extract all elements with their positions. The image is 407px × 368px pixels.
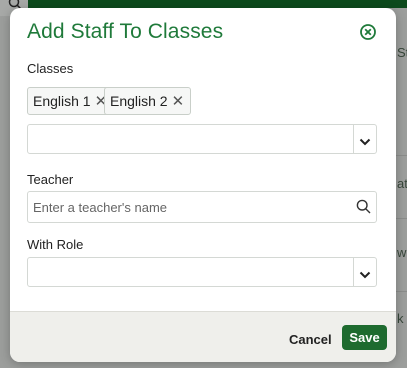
select-divider [353,258,354,286]
top-navigation-bar [0,0,407,8]
background-text: k [397,311,404,326]
select-divider [353,125,354,153]
classes-select[interactable] [27,124,377,154]
role-label: With Role [27,237,84,252]
chevron-down-icon [359,271,371,279]
chevron-down-icon [359,138,371,146]
classes-dropdown-toggle[interactable] [359,134,371,152]
teacher-label: Teacher [27,172,74,187]
add-staff-dialog: Add Staff To Classes Classes English 1 ✕… [10,8,396,362]
role-dropdown-toggle[interactable] [359,267,371,285]
save-button[interactable]: Save [342,325,387,350]
teacher-search-input[interactable] [27,191,377,223]
close-button[interactable] [359,23,377,41]
class-chip: English 1 ✕ [27,87,115,115]
role-select[interactable] [27,257,377,287]
classes-label: Classes [27,61,74,76]
dialog-title: Add Staff To Classes [27,20,224,43]
class-chip: English 2 ✕ [104,87,192,115]
dialog-footer: Cancel Save [10,311,396,362]
close-circle-icon [360,24,376,40]
background-text: at [397,176,407,191]
search-icon [356,199,371,214]
teacher-search-button[interactable] [356,199,371,219]
remove-chip-icon[interactable]: ✕ [172,94,185,109]
cancel-button[interactable]: Cancel [289,332,332,347]
background-text: Sta [397,45,407,60]
background-text: w [397,245,407,260]
chip-label: English 1 [33,93,91,109]
chip-label: English 2 [110,93,168,109]
